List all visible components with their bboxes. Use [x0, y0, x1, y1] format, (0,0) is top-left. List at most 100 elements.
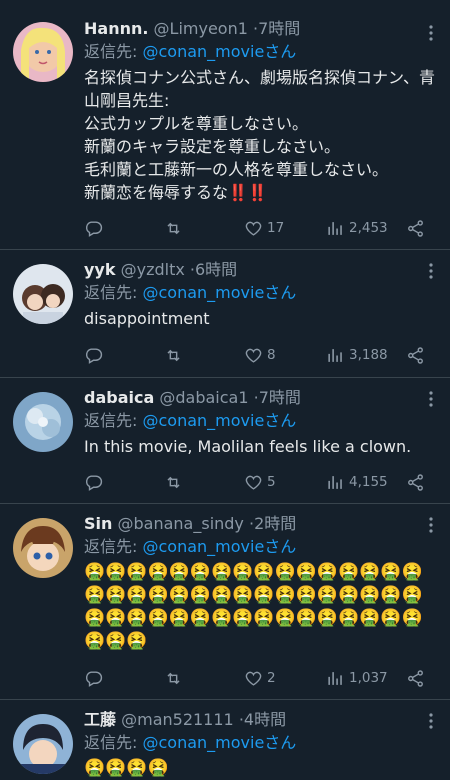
heart-icon [245, 221, 262, 236]
tweet[interactable]: yyk @yzdltx ·6時間 返信先: @conan_movieさん dis… [0, 250, 450, 378]
views-button[interactable]: 2,453 [326, 218, 388, 238]
tweet-header: dabaica @dabaica1 ·7時間 [84, 387, 438, 409]
views-button[interactable]: 1,037 [326, 668, 388, 688]
like-button[interactable]: 8 [244, 345, 276, 365]
like-count: 2 [267, 670, 276, 686]
more-dots-icon[interactable] [422, 262, 440, 280]
tweet[interactable]: Sin @banana_sindy ·2時間 返信先: @conan_movie… [0, 504, 450, 700]
reply-mention-link[interactable]: @conan_movieさん [143, 733, 297, 752]
share-button[interactable] [406, 345, 425, 365]
share-icon [408, 219, 423, 237]
reply-mention-link[interactable]: @conan_movieさん [143, 42, 297, 61]
avatar-image [13, 392, 73, 452]
display-name[interactable]: 工藤 [84, 710, 116, 729]
reply-to-line: 返信先: @conan_movieさん [84, 409, 438, 433]
reply-button[interactable] [84, 668, 107, 688]
avatar-image [13, 518, 73, 578]
reply-mention-link[interactable]: @conan_movieさん [143, 411, 297, 430]
reply-button[interactable] [84, 218, 107, 238]
like-button[interactable]: 2 [244, 668, 276, 688]
reply-to-line: 返信先: @conan_movieさん [84, 731, 438, 755]
reply-prefix: 返信先: [84, 283, 138, 302]
reply-prefix: 返信先: [84, 733, 138, 752]
views-button[interactable]: 3,188 [326, 345, 388, 365]
retweet-button[interactable] [164, 345, 187, 365]
reply-to-line: 返信先: @conan_movieさん [84, 281, 438, 305]
user-handle[interactable]: @dabaica1 [159, 388, 248, 407]
view-count: 1,037 [349, 670, 388, 686]
user-handle[interactable]: @Limyeon1 [154, 19, 248, 38]
timestamp[interactable]: 2時間 [254, 514, 296, 533]
tweet-text: disappointment [84, 309, 210, 328]
user-handle[interactable]: @yzdltx [121, 260, 185, 279]
avatar-image [13, 714, 73, 774]
display-name[interactable]: Hannn. [84, 19, 148, 38]
avatar-image [13, 264, 73, 324]
user-handle[interactable]: @man521111 [121, 710, 234, 729]
more-dots-icon[interactable] [422, 516, 440, 534]
reply-to-line: 返信先: @conan_movieさん [84, 535, 438, 559]
bar-chart-icon [328, 671, 342, 685]
like-count: 17 [267, 220, 285, 236]
retweet-icon [167, 349, 180, 361]
more-dots-icon[interactable] [422, 712, 440, 730]
reply-button[interactable] [84, 345, 107, 365]
reply-prefix: 返信先: [84, 42, 138, 61]
tweet-text: 名探偵コナン公式さん、劇場版名探偵コナン、青山剛昌先生: 公式カップルを尊重しな… [84, 68, 436, 202]
reply-button[interactable] [84, 472, 107, 492]
tweet-text: In this movie, Maolilan feels like a clo… [84, 437, 412, 456]
share-button[interactable] [406, 218, 425, 238]
like-button[interactable]: 5 [244, 472, 276, 492]
share-icon [408, 669, 423, 687]
tweet-actions: 8 3,188 [84, 345, 436, 365]
retweet-icon [167, 222, 180, 234]
share-icon [408, 473, 423, 491]
display-name[interactable]: dabaica [84, 388, 154, 407]
tweet[interactable]: Hannn. @Limyeon1 ·7時間 返信先: @conan_movieさ… [0, 0, 450, 250]
retweet-icon [167, 476, 180, 488]
tweet-header: Sin @banana_sindy ·2時間 [84, 513, 438, 535]
speech-bubble-icon [85, 347, 103, 364]
retweet-button[interactable] [164, 472, 187, 492]
retweet-button[interactable] [164, 668, 187, 688]
tweet-text: 🤮🤮🤮🤮 [84, 758, 169, 778]
avatar[interactable] [13, 22, 73, 82]
share-button[interactable] [406, 668, 425, 688]
tweet-actions: 17 2,453 [84, 218, 436, 238]
tweet-text: 🤮🤮🤮🤮🤮🤮🤮🤮🤮🤮🤮🤮🤮🤮🤮🤮🤮🤮🤮🤮🤮🤮🤮🤮🤮🤮🤮🤮🤮🤮🤮🤮🤮🤮🤮🤮🤮🤮🤮🤮… [84, 562, 423, 651]
user-handle[interactable]: @banana_sindy [118, 514, 244, 533]
tweet-actions: 5 4,155 [84, 472, 436, 492]
view-count: 2,453 [349, 220, 388, 236]
tweet-actions: 2 1,037 [84, 668, 436, 688]
timestamp[interactable]: 4時間 [244, 710, 286, 729]
timestamp[interactable]: 6時間 [195, 260, 237, 279]
reply-mention-link[interactable]: @conan_movieさん [143, 283, 297, 302]
like-button[interactable]: 17 [244, 218, 284, 238]
reply-to-line: 返信先: @conan_movieさん [84, 40, 438, 64]
timestamp[interactable]: 7時間 [259, 388, 301, 407]
tweet[interactable]: 工藤 @man521111 ·4時間 返信先: @conan_movieさん 🤮… [0, 700, 450, 778]
tweet[interactable]: dabaica @dabaica1 ·7時間 返信先: @conan_movie… [0, 378, 450, 504]
avatar[interactable] [13, 264, 73, 324]
speech-bubble-icon [85, 670, 103, 687]
heart-icon [245, 475, 262, 490]
avatar[interactable] [13, 392, 73, 452]
timestamp[interactable]: 7時間 [258, 19, 300, 38]
share-icon [408, 346, 423, 364]
bar-chart-icon [328, 221, 342, 235]
more-dots-icon[interactable] [422, 390, 440, 408]
view-count: 3,188 [349, 347, 388, 363]
avatar[interactable] [13, 518, 73, 578]
more-dots-icon[interactable] [422, 24, 440, 42]
avatar-image [13, 22, 73, 82]
reply-mention-link[interactable]: @conan_movieさん [143, 537, 297, 556]
display-name[interactable]: yyk [84, 260, 116, 279]
speech-bubble-icon [85, 220, 103, 237]
display-name[interactable]: Sin [84, 514, 112, 533]
retweet-button[interactable] [164, 218, 187, 238]
reply-prefix: 返信先: [84, 411, 138, 430]
view-count: 4,155 [349, 474, 388, 490]
views-button[interactable]: 4,155 [326, 472, 388, 492]
avatar[interactable] [13, 714, 73, 774]
share-button[interactable] [406, 472, 425, 492]
